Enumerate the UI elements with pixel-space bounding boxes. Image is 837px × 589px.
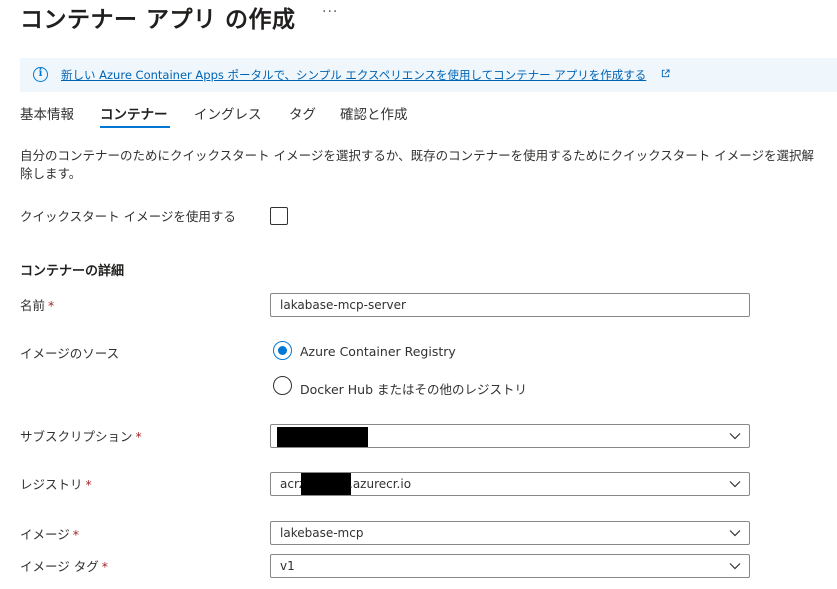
more-options-button[interactable]: ···: [322, 4, 338, 20]
tab-container[interactable]: コンテナー: [100, 103, 168, 123]
image-label: イメージ *: [20, 527, 80, 542]
quickstart-label: クイックスタート イメージを使用する: [20, 209, 236, 224]
required-mark: *: [72, 527, 80, 542]
radio-azure-container-registry[interactable]: [273, 341, 292, 360]
tab-review-create[interactable]: 確認と作成: [340, 103, 408, 123]
page-title: コンテナー アプリ の作成: [20, 7, 296, 33]
info-banner: i 新しい Azure Container Apps ポータルで、シンプル エク…: [20, 58, 837, 92]
tab-basics[interactable]: 基本情報: [20, 103, 74, 123]
chevron-down-icon: [729, 433, 741, 440]
chevron-down-icon: [729, 563, 741, 570]
registry-label: レジストリ *: [20, 477, 92, 492]
quickstart-checkbox[interactable]: [270, 207, 288, 225]
required-mark: *: [135, 429, 142, 444]
image-dropdown[interactable]: lakebase-mcp: [270, 521, 750, 545]
new-portal-link[interactable]: 新しい Azure Container Apps ポータルで、シンプル エクスペ…: [61, 67, 646, 83]
redacted-block: [301, 473, 351, 495]
chevron-down-icon: [729, 481, 741, 488]
image-tag-dropdown[interactable]: v1: [270, 554, 750, 578]
image-tag-label: イメージ タグ *: [20, 559, 108, 574]
redacted-block: [277, 427, 368, 447]
radio-selected-dot: [277, 345, 287, 355]
radio-docker-hub-label[interactable]: Docker Hub またはその他のレジストリ: [300, 379, 527, 398]
name-input-value: lakabase-mcp-server: [280, 298, 406, 312]
external-link-icon[interactable]: [661, 69, 670, 78]
selected-tab-indicator: [100, 126, 170, 128]
radio-docker-hub[interactable]: [273, 376, 292, 395]
subscription-label: サブスクリプション *: [20, 429, 142, 444]
container-details-heading: コンテナーの詳細: [20, 264, 125, 279]
container-description: 自分のコンテナーのためにクイックスタート イメージを選択するか、既存のコンテナー…: [20, 148, 814, 181]
required-mark: *: [101, 559, 108, 574]
radio-azure-container-registry-label[interactable]: Azure Container Registry: [300, 344, 456, 359]
chevron-down-icon: [729, 530, 741, 537]
subscription-dropdown[interactable]: [270, 424, 750, 448]
required-mark: *: [48, 298, 55, 313]
required-mark: *: [85, 477, 92, 492]
image-source-label: イメージのソース: [20, 346, 120, 361]
tab-ingress[interactable]: イングレス: [194, 103, 262, 123]
registry-value-suffix: .azurecr.io: [349, 477, 412, 491]
name-input[interactable]: lakabase-mcp-server: [270, 293, 750, 317]
info-icon: i: [33, 67, 48, 82]
image-value: lakebase-mcp: [280, 526, 364, 540]
registry-dropdown[interactable]: acrz .azurecr.io: [270, 472, 750, 496]
image-tag-value: v1: [280, 559, 295, 573]
tab-tags[interactable]: タグ: [289, 103, 316, 123]
name-label: 名前 *: [20, 298, 55, 313]
